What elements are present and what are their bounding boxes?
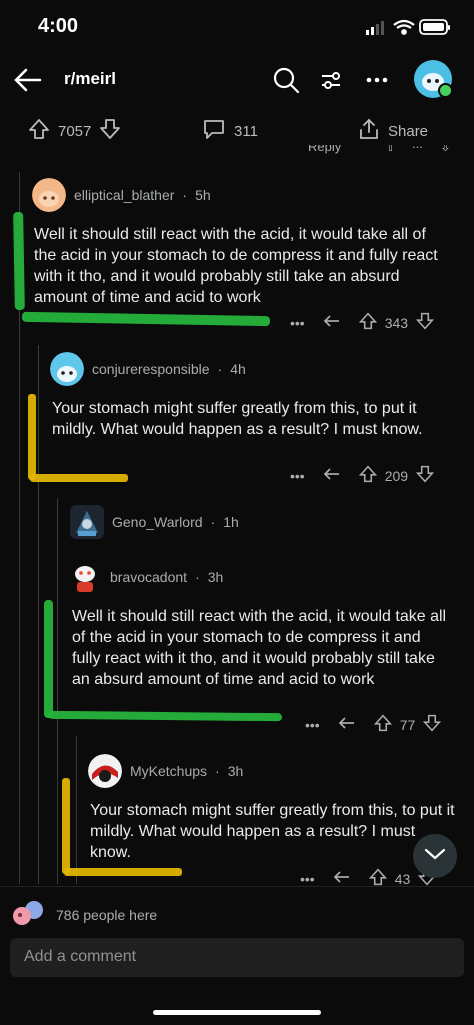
downvote-icon[interactable] bbox=[415, 312, 435, 333]
upvote-icon[interactable] bbox=[358, 465, 377, 486]
highlight-marker bbox=[30, 474, 128, 482]
comment-actions: ••• 209 bbox=[290, 465, 435, 486]
comment-body: Well it should still react with the acid… bbox=[34, 226, 438, 306]
downvote-icon[interactable] bbox=[99, 118, 121, 144]
filter-icon[interactable] bbox=[318, 66, 346, 94]
comment-author[interactable]: bravocadont bbox=[110, 569, 187, 585]
comment-avatar[interactable] bbox=[70, 505, 104, 539]
comment-avatar[interactable] bbox=[50, 352, 84, 386]
comment-age: 3h bbox=[227, 763, 244, 779]
divider bbox=[0, 886, 474, 887]
comment-author[interactable]: Geno_Warlord bbox=[112, 514, 203, 530]
post-vote-group: 7057 bbox=[28, 118, 121, 144]
thread-line bbox=[38, 345, 39, 884]
wifi-icon bbox=[393, 19, 415, 35]
more-icon[interactable]: ••• bbox=[305, 717, 320, 733]
more-icon[interactable]: ••• bbox=[290, 468, 305, 484]
highlight-marker bbox=[21, 311, 271, 327]
upvote-icon[interactable] bbox=[28, 118, 50, 144]
comment-score: 43 bbox=[394, 870, 411, 887]
comment-meta: elliptical_blather · 5h bbox=[32, 178, 211, 212]
comment-meta: conjureresponsible · 4h bbox=[50, 352, 246, 386]
post-upvote-count: 7057 bbox=[58, 122, 92, 140]
upvote-icon[interactable] bbox=[373, 714, 392, 735]
comment-actions: ••• 343 bbox=[290, 312, 435, 333]
share-icon bbox=[358, 118, 380, 144]
comment-age: 1h bbox=[223, 514, 239, 530]
reply-icon[interactable] bbox=[323, 466, 341, 485]
comment-body: Well it should still react with the acid… bbox=[72, 608, 447, 688]
next-comment-button[interactable] bbox=[413, 834, 457, 878]
comment-placeholder: Add a comment bbox=[24, 948, 137, 965]
comment-age: 5h bbox=[195, 187, 211, 203]
comment-age: 4h bbox=[230, 361, 246, 377]
upvote-icon[interactable] bbox=[358, 312, 377, 333]
comment-meta: MyKetchups · 3h bbox=[88, 754, 243, 788]
status-bar: 4:00 bbox=[0, 0, 474, 56]
highlight-marker bbox=[28, 394, 36, 480]
comment-age: 3h bbox=[207, 569, 224, 585]
downvote-icon[interactable] bbox=[415, 465, 435, 486]
search-icon[interactable] bbox=[272, 66, 300, 94]
highlight-marker bbox=[64, 868, 182, 876]
comment-author[interactable]: MyKetchups bbox=[130, 763, 207, 779]
more-icon[interactable]: ••• bbox=[300, 871, 315, 887]
thread-line bbox=[76, 736, 77, 884]
comment-avatar[interactable] bbox=[32, 178, 66, 212]
share-label: Share bbox=[388, 122, 429, 140]
home-indicator bbox=[153, 1010, 321, 1015]
comment-avatar[interactable] bbox=[68, 560, 102, 594]
partial-reply-label[interactable]: Reply bbox=[308, 145, 341, 154]
comment-icon bbox=[202, 118, 226, 144]
comment-author[interactable]: elliptical_blather bbox=[74, 187, 174, 203]
reply-icon[interactable] bbox=[323, 313, 341, 332]
comment-meta: Geno_Warlord · 1h bbox=[70, 505, 239, 539]
status-time: 4:00 bbox=[38, 15, 79, 37]
comment-score: 343 bbox=[384, 314, 409, 331]
signal-icon bbox=[366, 21, 384, 35]
more-icon[interactable] bbox=[363, 66, 391, 94]
highlight-marker bbox=[62, 778, 70, 874]
online-indicator bbox=[438, 83, 453, 98]
people-here: 786 people here bbox=[10, 900, 157, 929]
downvote-icon[interactable] bbox=[423, 714, 442, 735]
comments-button[interactable]: 311 bbox=[202, 118, 258, 144]
back-arrow-icon[interactable] bbox=[12, 66, 44, 94]
highlight-marker bbox=[13, 211, 25, 311]
comment-vote-group: 77 bbox=[373, 714, 442, 735]
comment-body: Your stomach might suffer greatly from t… bbox=[52, 400, 423, 438]
highlight-marker bbox=[44, 600, 53, 718]
chevron-down-icon bbox=[423, 846, 447, 867]
comment-actions: ••• 77 bbox=[305, 714, 442, 735]
comment-vote-group: 343 bbox=[358, 312, 435, 333]
reply-icon[interactable] bbox=[338, 715, 356, 734]
comment-score: 77 bbox=[399, 716, 416, 733]
comment-avatar[interactable] bbox=[88, 754, 122, 788]
partial-action-row: Reply ⇧ ... ⇩ bbox=[280, 145, 470, 157]
comment-vote-group: 209 bbox=[358, 465, 435, 486]
comment-meta: bravocadont · 3h bbox=[68, 560, 223, 594]
comments-count: 311 bbox=[234, 122, 258, 140]
comment-author[interactable]: conjureresponsible bbox=[92, 361, 210, 377]
subreddit-title[interactable]: r/meirl bbox=[64, 69, 116, 89]
comment-body: Your stomach might suffer greatly from t… bbox=[90, 802, 455, 861]
thread-line bbox=[57, 498, 58, 884]
share-button[interactable]: Share bbox=[358, 118, 428, 144]
top-nav: r/meirl bbox=[0, 56, 474, 106]
status-icons bbox=[364, 18, 454, 41]
people-avatars-icon bbox=[10, 900, 46, 929]
user-avatar[interactable] bbox=[414, 60, 453, 98]
highlight-marker bbox=[47, 710, 283, 722]
battery-icon bbox=[419, 19, 450, 35]
more-icon[interactable]: ••• bbox=[290, 315, 305, 331]
add-comment-input[interactable]: Add a comment bbox=[10, 938, 464, 977]
post-actions: 7057 311 Share bbox=[0, 112, 474, 146]
people-here-text: 786 people here bbox=[56, 906, 158, 923]
comment-score: 209 bbox=[384, 467, 409, 484]
